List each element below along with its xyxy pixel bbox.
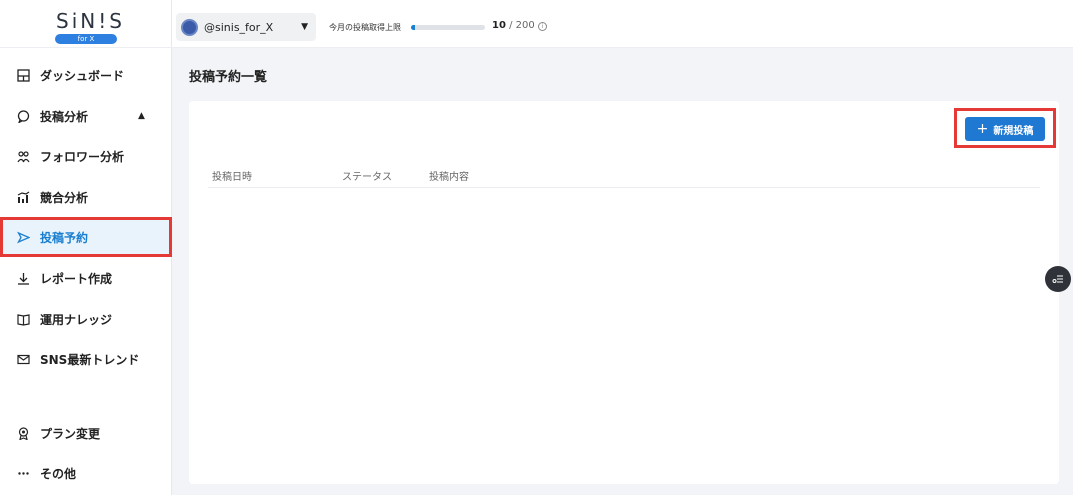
chevron-down-icon: ▼ xyxy=(301,22,308,32)
table-header: 投稿日時 ステータス 投稿内容 xyxy=(208,166,1040,188)
sidebar-item-label: 投稿予約 xyxy=(40,230,89,245)
sidebar-item-knowledge[interactable]: 運用ナレッジ xyxy=(0,299,172,339)
sidebar-item-label: 投稿分析 xyxy=(40,109,89,124)
dashboard-icon xyxy=(16,68,30,82)
logo-badge: for X xyxy=(55,34,117,44)
account-select[interactable]: @sinis_for_X ▼ xyxy=(176,13,316,41)
quota-label: 今月の投稿取得上限 xyxy=(329,23,401,32)
sidebar: SiN!S for X ダッシュボード 投稿分析 ▲ フォロワー分析 競合分析 … xyxy=(0,0,172,495)
sidebar-item-sns-trend[interactable]: SNS最新トレンド xyxy=(0,339,172,379)
sidebar-item-label: SNS最新トレンド xyxy=(40,352,140,367)
settings-toggle-icon[interactable] xyxy=(1045,266,1071,292)
mail-icon xyxy=(16,352,30,366)
bar-chart-icon xyxy=(16,190,30,204)
book-icon xyxy=(16,312,30,326)
sidebar-item-post-schedule[interactable]: 投稿予約 xyxy=(0,217,172,257)
sidebar-item-label: プラン変更 xyxy=(40,426,101,441)
quota-separator: / xyxy=(505,20,516,31)
sidebar-item-label: レポート作成 xyxy=(40,271,113,286)
sidebar-item-post-analysis[interactable]: 投稿分析 ▲ xyxy=(0,96,172,136)
sidebar-item-follower-analysis[interactable]: フォロワー分析 xyxy=(0,136,172,176)
quota-total: 200 xyxy=(515,20,535,31)
chat-bubble-icon xyxy=(16,109,30,123)
quota-progress-fill xyxy=(411,25,415,30)
sidebar-item-report[interactable]: レポート作成 xyxy=(0,258,172,298)
sidebar-item-other[interactable]: その他 xyxy=(0,453,172,493)
sidebar-item-label: その他 xyxy=(40,466,77,481)
quota-used: 10 xyxy=(492,20,506,31)
sidebar-item-dashboard[interactable]: ダッシュボード xyxy=(0,55,172,95)
avatar xyxy=(181,18,198,36)
sidebar-item-label: フォロワー分析 xyxy=(40,149,125,164)
column-header-status[interactable]: ステータス xyxy=(342,168,392,183)
send-icon xyxy=(16,230,30,244)
sidebar-item-label: ダッシュボード xyxy=(40,68,125,83)
download-icon xyxy=(16,271,30,285)
logo-text: SiN!S xyxy=(56,9,125,33)
chevron-up-icon[interactable]: ▲ xyxy=(138,111,145,121)
more-icon xyxy=(16,466,30,480)
plus-icon: + xyxy=(976,121,989,137)
page-title: 投稿予約一覧 xyxy=(189,70,268,85)
info-icon[interactable]: i xyxy=(538,22,547,31)
new-post-button[interactable]: + 新規投稿 xyxy=(965,117,1045,141)
topbar: @sinis_for_X ▼ 今月の投稿取得上限 10 / 200 i xyxy=(172,0,1073,48)
sidebar-item-competitor-analysis[interactable]: 競合分析 xyxy=(0,177,172,217)
column-header-datetime[interactable]: 投稿日時 xyxy=(212,168,252,183)
sidebar-item-plan-change[interactable]: プラン変更 xyxy=(0,413,172,453)
quota-progress-bar xyxy=(411,25,485,30)
new-post-label: 新規投稿 xyxy=(993,125,1034,137)
sidebar-item-label: 運用ナレッジ xyxy=(40,312,113,327)
column-header-content[interactable]: 投稿内容 xyxy=(429,168,469,183)
sidebar-item-label: 競合分析 xyxy=(40,190,89,205)
logo[interactable]: SiN!S for X xyxy=(0,0,172,48)
badge-icon xyxy=(16,426,30,440)
users-icon xyxy=(16,149,30,163)
account-name: @sinis_for_X xyxy=(204,20,274,34)
quota-count: 10 / 200 xyxy=(492,20,535,31)
new-post-highlight: + 新規投稿 xyxy=(954,108,1056,148)
schedule-list-card xyxy=(189,101,1059,484)
